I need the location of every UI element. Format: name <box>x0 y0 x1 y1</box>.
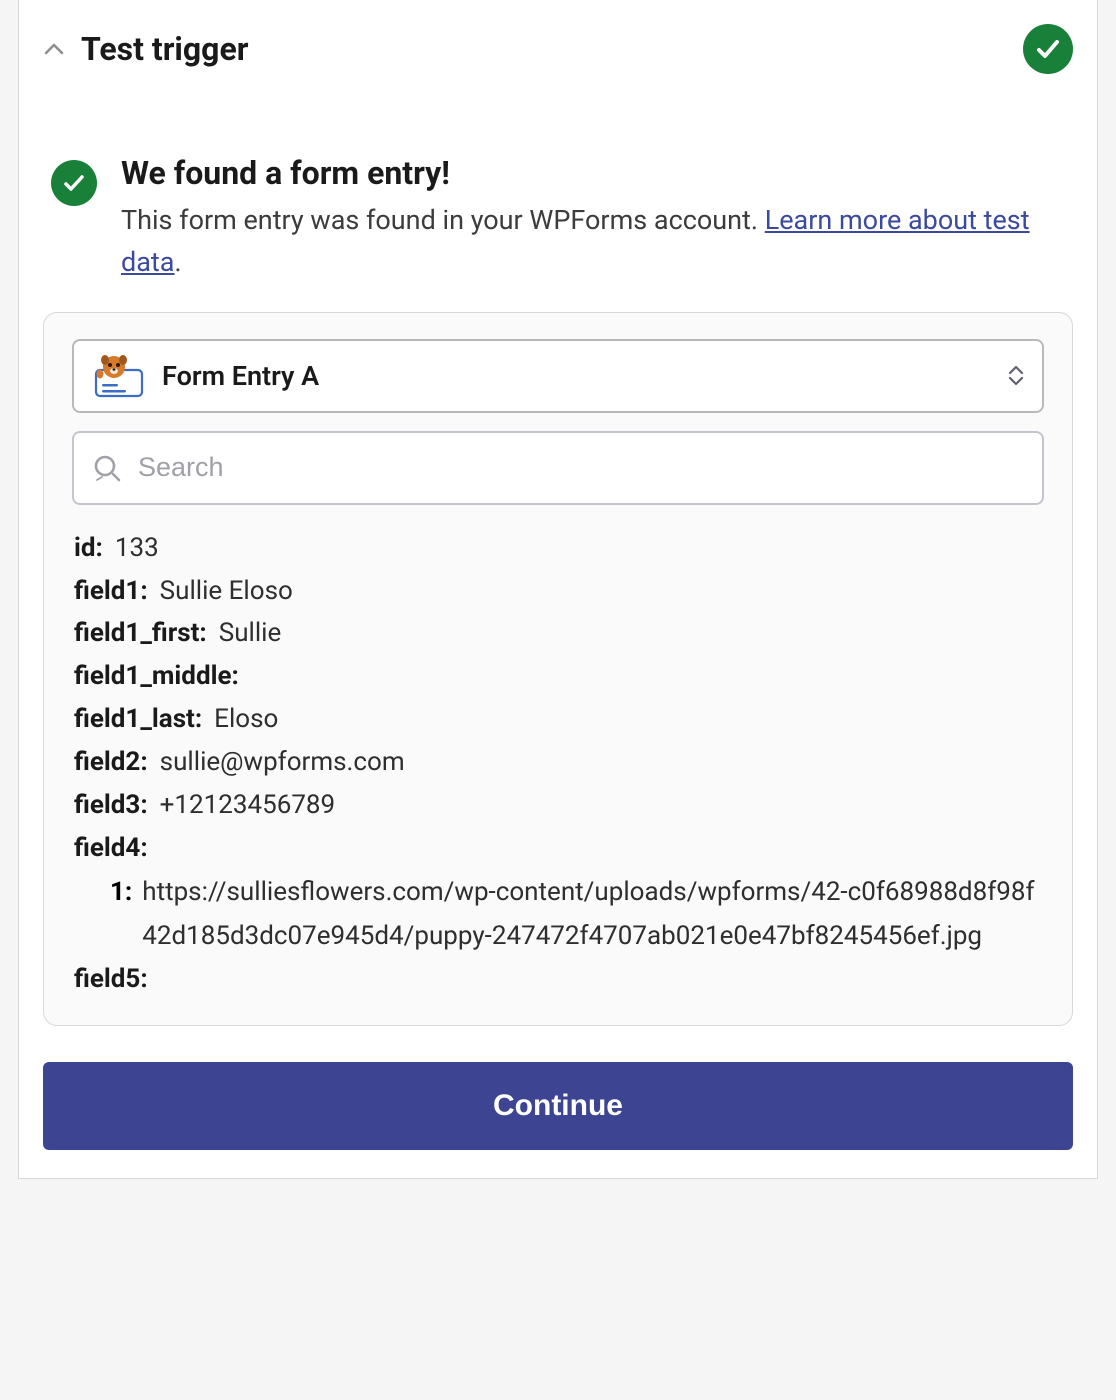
continue-button[interactable]: Continue <box>43 1062 1073 1150</box>
field-key: field1_last: <box>74 698 202 741</box>
field-sub-key: 1: <box>110 870 132 958</box>
field-row: field2: sullie@wpforms.com <box>74 741 1042 784</box>
chevron-up-icon[interactable] <box>43 38 65 60</box>
success-check-icon <box>1023 24 1073 74</box>
field-row: field3: +12123456789 <box>74 784 1042 827</box>
field-key: field5: <box>74 958 148 1001</box>
field-sub-row: 1:https://sulliesflowers.com/wp-content/… <box>74 870 1042 958</box>
field-key: id: <box>74 527 103 570</box>
field-row: field1_first: Sullie <box>74 612 1042 655</box>
field-key: field1: <box>74 570 148 613</box>
field-key: field1_first: <box>74 612 207 655</box>
panel-title: Test trigger <box>81 30 248 68</box>
field-value: Eloso <box>214 698 278 741</box>
field-row: field1_last: Eloso <box>74 698 1042 741</box>
status-message: We found a form entry! This form entry w… <box>43 92 1073 312</box>
entry-selector-label: Form Entry A <box>162 360 1008 392</box>
field-value: Sullie <box>219 612 282 655</box>
data-card: Form Entry A id:133field1:Sullie Elosofi… <box>43 312 1073 1026</box>
field-key: field3: <box>74 784 148 827</box>
status-check-icon <box>51 160 97 206</box>
field-key: field1_middle: <box>74 655 239 698</box>
field-value: +12123456789 <box>160 784 336 827</box>
status-description: This form entry was found in your WPForm… <box>121 200 1065 284</box>
entry-selector[interactable]: Form Entry A <box>72 339 1044 413</box>
field-value: sullie@wpforms.com <box>160 741 405 784</box>
field-row: field1: Sullie Eloso <box>74 570 1042 613</box>
status-heading: We found a form entry! <box>121 154 1065 192</box>
search-icon <box>92 453 122 483</box>
field-row: field4: <box>74 827 1042 870</box>
selector-caret-icon <box>1008 365 1024 386</box>
field-key: field4: <box>74 827 148 870</box>
field-key: field2: <box>74 741 148 784</box>
field-row: field5: <box>74 958 1042 1001</box>
field-row: id: 133 <box>74 527 1042 570</box>
field-list: id:133field1:Sullie Elosofield1_first:Su… <box>72 505 1044 1001</box>
panel-header: Test trigger <box>43 18 1073 92</box>
search-box[interactable] <box>72 431 1044 505</box>
field-value: Sullie Eloso <box>160 570 293 613</box>
search-input[interactable] <box>138 452 1024 483</box>
field-row: field1_middle: <box>74 655 1042 698</box>
wpforms-icon <box>92 354 146 398</box>
field-value: 133 <box>115 527 159 570</box>
field-sub-value: https://sulliesflowers.com/wp-content/up… <box>142 870 1042 958</box>
